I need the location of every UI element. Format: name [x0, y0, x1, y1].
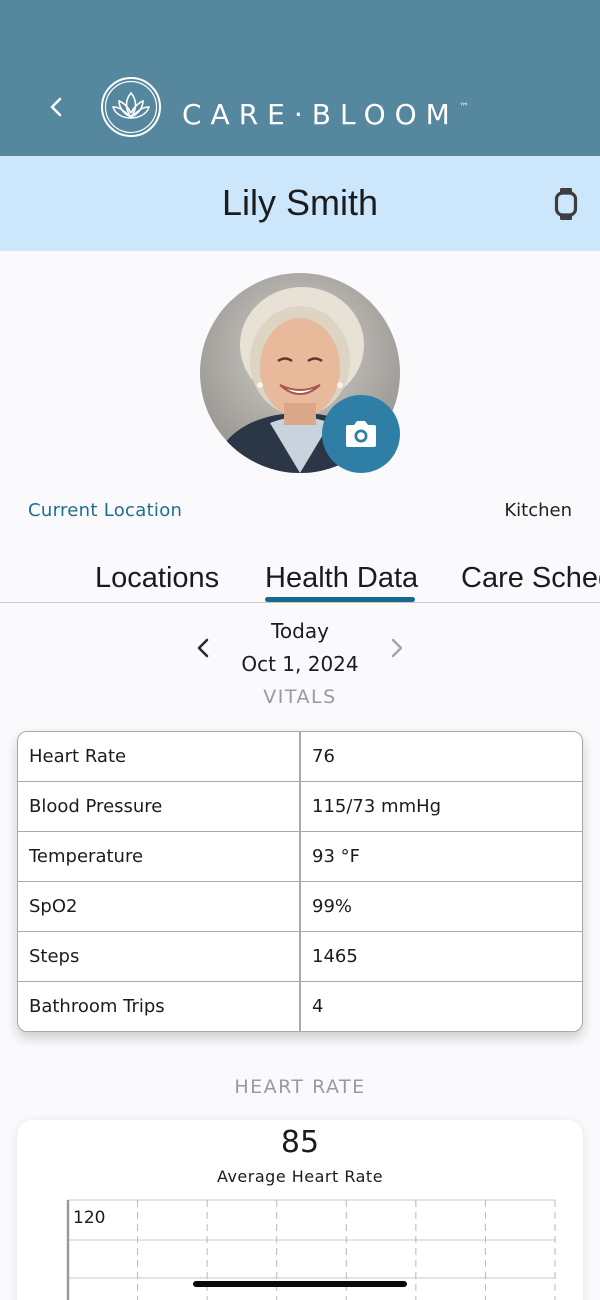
chevron-left-icon	[50, 97, 62, 117]
patient-name: Lily Smith	[221, 182, 379, 223]
active-tab-indicator	[265, 597, 415, 602]
tab-care-schedule[interactable]: Care Schedule	[461, 562, 600, 595]
back-button[interactable]	[40, 88, 74, 128]
vitals-title: VITALS	[263, 686, 337, 708]
chevron-right-icon	[391, 638, 403, 658]
vital-value: 99%	[312, 896, 353, 917]
smartwatch-icon	[554, 188, 578, 220]
brand-name: CARE·BLOOM	[182, 98, 459, 131]
date-day-label: Today	[271, 619, 329, 643]
next-day-button[interactable]	[384, 634, 410, 662]
vital-value: 76	[312, 746, 335, 767]
camera-icon	[346, 421, 376, 447]
vital-label: Blood Pressure	[29, 796, 163, 817]
table-row: Blood Pressure 115/73 mmHg	[18, 781, 582, 832]
date-label: Oct 1, 2024	[241, 652, 359, 676]
current-location-label: Current Location	[28, 500, 183, 521]
heart-rate-card: 85 Average Heart Rate 120	[17, 1120, 583, 1300]
vital-value: 4	[312, 996, 324, 1017]
vital-label: Temperature	[29, 846, 144, 867]
table-row: Steps 1465	[18, 931, 582, 982]
brand-wordmark: CARE·BLOOM™	[182, 86, 469, 131]
vital-label: Steps	[29, 946, 80, 967]
tab-locations[interactable]: Locations	[95, 562, 219, 595]
trademark-symbol: ™	[458, 102, 469, 113]
lotus-logo-icon	[100, 76, 162, 138]
vital-label: Bathroom Trips	[29, 996, 165, 1017]
vital-value: 115/73 mmHg	[312, 796, 442, 817]
change-photo-button[interactable]	[322, 395, 400, 473]
current-location-value: Kitchen	[504, 500, 572, 521]
chart-tick-label: 120	[73, 1208, 105, 1228]
vitals-table: Heart Rate 76 Blood Pressure 115/73 mmHg…	[17, 731, 583, 1032]
vital-value: 93 °F	[312, 846, 360, 867]
home-indicator	[193, 1281, 407, 1287]
app-header: CARE·BLOOM™	[0, 0, 600, 156]
app-screen: CARE·BLOOM™ Lily Smith Current Location …	[0, 0, 600, 1300]
vital-label: Heart Rate	[29, 746, 127, 767]
table-row: Temperature 93 °F	[18, 831, 582, 882]
heart-rate-title: HEART RATE	[234, 1076, 366, 1098]
table-row: SpO2 99%	[18, 881, 582, 932]
vital-value: 1465	[312, 946, 358, 967]
heart-rate-chart: 120	[66, 1199, 556, 1300]
table-row: Bathroom Trips 4	[18, 981, 582, 1031]
device-button[interactable]	[553, 186, 579, 222]
vital-label: SpO2	[29, 896, 78, 917]
tab-bar: Locations Health Data Care Schedule	[0, 555, 600, 603]
table-row: Heart Rate 76	[18, 732, 582, 782]
tab-health-data[interactable]: Health Data	[265, 562, 418, 595]
patient-bar: Lily Smith	[0, 156, 600, 251]
